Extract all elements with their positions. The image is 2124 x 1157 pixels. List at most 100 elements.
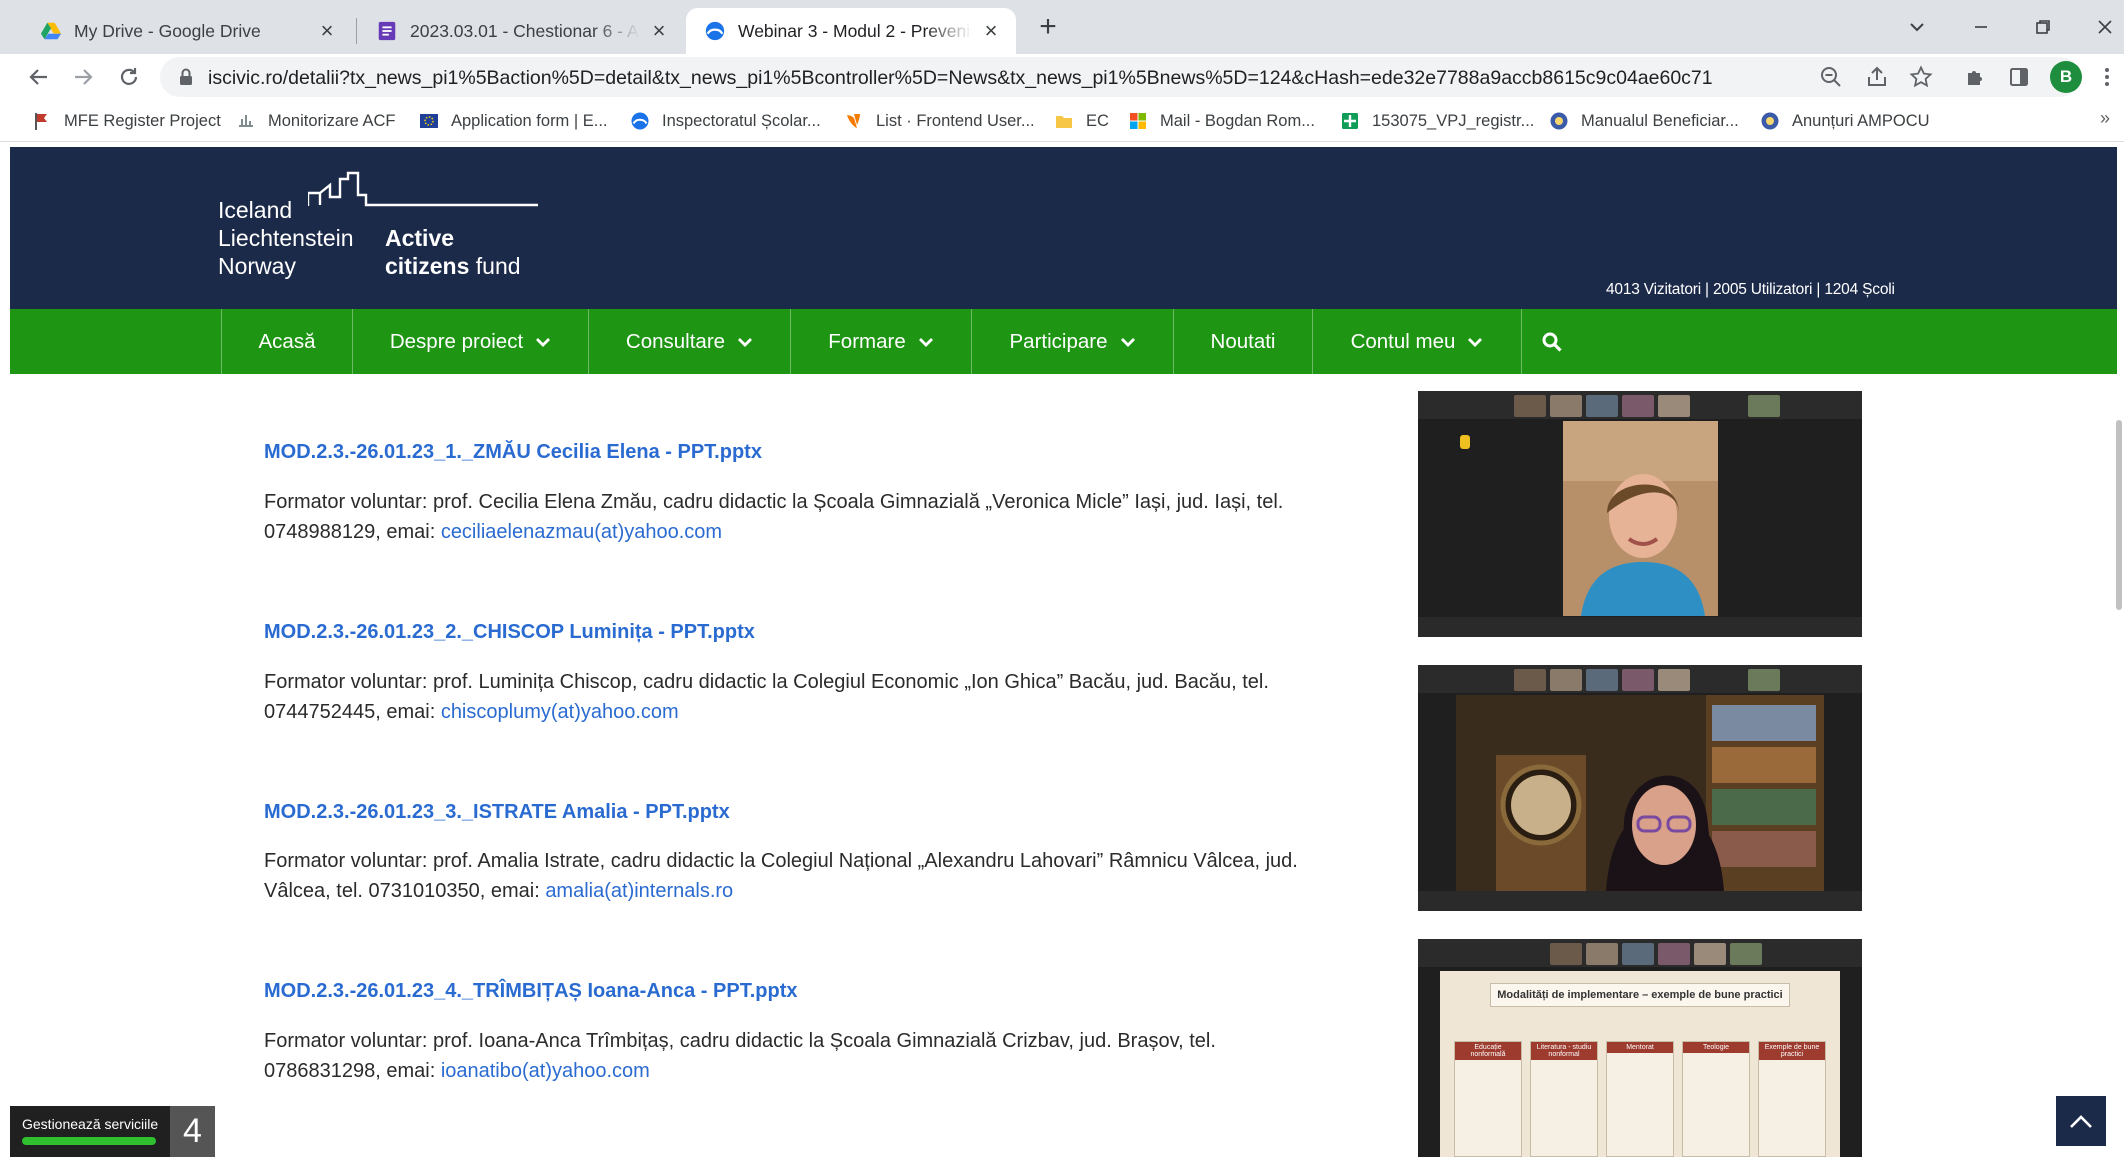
chevron-down-icon <box>535 336 551 348</box>
nav-item-despre-proiect[interactable]: Despre proiect <box>352 309 588 374</box>
nav-label: Consultare <box>625 329 726 353</box>
shared-slide: Modalități de implementare – exemple de … <box>1440 971 1840 1157</box>
email-link[interactable]: ceciliaelenazmau(at)yahoo.com <box>441 521 722 543</box>
browser-tab-strip: My Drive - Google Drive × 2023.03.01 - C… <box>0 0 2124 54</box>
webinar-screenshot-2[interactable] <box>1418 665 1862 911</box>
nav-item-contul-meu[interactable]: Contul meu <box>1312 309 1522 374</box>
cookie-widget-label: Gestionează serviciile <box>22 1116 159 1132</box>
email-link[interactable]: ioanatibo(at)yahoo.com <box>441 1060 650 1082</box>
document-link[interactable]: MOD.2.3.-26.01.23_1._ZMĂU Cecilia Elena … <box>264 441 762 464</box>
email-link[interactable]: amalia(at)internals.ro <box>545 880 733 902</box>
slide-column: Literatura - studiu nonformal <box>1530 1041 1598 1157</box>
scroll-to-top-button[interactable] <box>2056 1096 2106 1146</box>
bookmark-label: Inspectoratul Școlar... <box>662 111 821 130</box>
search-icon <box>1542 332 1562 352</box>
speaker-video <box>1563 421 1718 616</box>
speaker-video <box>1456 695 1824 891</box>
logo-country-iceland: Iceland <box>218 197 293 223</box>
document-description: Formator voluntar: prof. Amalia Istrate,… <box>264 846 1364 906</box>
url-text[interactable]: iscivic.ro/detalii?tx_news_pi1%5Baction%… <box>208 67 1713 90</box>
tab-google-drive[interactable]: My Drive - Google Drive × <box>22 8 352 54</box>
eu-flag-icon <box>420 114 438 128</box>
webinar-screenshot-1[interactable] <box>1418 391 1862 637</box>
cookie-widget-bar <box>22 1137 156 1145</box>
bookmark-application-form[interactable]: Application form | E... <box>419 109 608 133</box>
site-search-button[interactable] <box>1522 309 1582 374</box>
logo-country-liechtenstein: Liechtenstein <box>218 225 354 251</box>
slide-column-header: Literatura - studiu nonformal <box>1531 1042 1597 1060</box>
puzzle-icon <box>1968 71 1982 85</box>
nav-item-participare[interactable]: Participare <box>971 309 1173 374</box>
restore-button[interactable] <box>2026 10 2060 44</box>
bookmark-vpj-registr[interactable]: 153075_VPJ_registr... <box>1340 109 1534 133</box>
email-link[interactable]: chiscoplumy(at)yahoo.com <box>441 701 679 723</box>
gov-seal-icon <box>1550 112 1568 130</box>
zoom-out-icon <box>1821 67 1841 87</box>
bookmark-frontend-user[interactable]: List · Frontend User... <box>844 109 1035 133</box>
nav-item-consultare[interactable]: Consultare <box>588 309 790 374</box>
bookmark-manualul-beneficiar[interactable]: Manualul Beneficiar... <box>1549 109 1739 133</box>
document-link[interactable]: MOD.2.3.-26.01.23_3._ISTRATE Amalia - PP… <box>264 801 730 824</box>
bookmark-label: 153075_VPJ_registr... <box>1372 111 1535 130</box>
share-button[interactable] <box>1864 64 1890 90</box>
site-logo[interactable]: Iceland Liechtenstein Norway Active citi… <box>218 167 538 287</box>
reload-button[interactable] <box>112 60 146 94</box>
tab-chestionar[interactable]: 2023.03.01 - Chestionar 6 - Aban × <box>358 8 684 54</box>
bookmark-ec[interactable]: EC <box>1054 109 1109 133</box>
page-scrollbar-thumb[interactable] <box>2116 420 2122 610</box>
close-tab-icon[interactable]: × <box>316 18 338 43</box>
browser-menu-button[interactable] <box>2090 60 2124 94</box>
lock-icon[interactable] <box>178 67 194 87</box>
bookmark-monitorizare-acf[interactable]: Monitorizare ACF <box>236 109 395 133</box>
bookmark-inspectoratul[interactable]: Inspectoratul Școlar... <box>630 109 821 133</box>
slide-column: Educație nonformală <box>1454 1041 1522 1157</box>
description-line: Formator voluntar: prof. Luminița Chisco… <box>264 671 1269 693</box>
kebab-menu-icon <box>2105 68 2109 86</box>
close-tab-icon[interactable]: × <box>648 18 670 43</box>
bookmark-mail[interactable]: Mail - Bogdan Rom... <box>1128 109 1315 133</box>
slide-column: Exemple de bune practici <box>1758 1041 1826 1157</box>
minimize-button[interactable] <box>1964 10 1998 44</box>
nav-item-noutati[interactable]: Noutati <box>1173 309 1312 374</box>
cookie-consent-widget[interactable]: Gestionează serviciile 4 <box>10 1106 215 1157</box>
forward-button[interactable] <box>66 60 100 94</box>
close-window-button[interactable] <box>2088 10 2122 44</box>
description-line: Formator voluntar: prof. Ioana-Anca Trîm… <box>264 1030 1216 1052</box>
nav-label: Acasă <box>258 329 316 353</box>
extensions-button[interactable] <box>1958 60 1992 94</box>
logo-fund-line2: citizens fund <box>385 253 521 280</box>
bookmark-star-button[interactable] <box>1908 64 1934 90</box>
profile-avatar[interactable]: B <box>2050 61 2082 93</box>
nav-label: Despre proiect <box>389 329 524 353</box>
tab-webinar[interactable]: Webinar 3 - Modul 2 - Prevenirea × <box>686 8 1016 54</box>
new-tab-button[interactable]: + <box>1033 12 1063 42</box>
tab-title: My Drive - Google Drive <box>74 20 261 41</box>
close-tab-icon[interactable]: × <box>980 18 1002 43</box>
more-bookmarks-icon[interactable]: » <box>2100 108 2110 129</box>
typo3-icon <box>847 114 860 128</box>
webinar-screenshot-3[interactable]: Modalități de implementare – exemple de … <box>1418 939 1862 1157</box>
side-panel-button[interactable] <box>2002 60 2036 94</box>
tab-search-button[interactable] <box>1900 10 1934 44</box>
zoom-button[interactable] <box>1818 64 1844 90</box>
address-bar[interactable]: iscivic.ro/detalii?tx_news_pi1%5Baction%… <box>160 57 2080 97</box>
document-link[interactable]: MOD.2.3.-26.01.23_2._CHISCOP Luminița - … <box>264 621 755 644</box>
nav-label: Formare <box>828 329 906 353</box>
bookmark-label: Anunțuri AMPOCU <box>1792 111 1930 130</box>
nav-item-formare[interactable]: Formare <box>790 309 971 374</box>
nav-label: Noutati <box>1210 329 1276 353</box>
bookmark-mfe-register[interactable]: MFE Register Project <box>32 109 221 133</box>
slide-column-header: Mentorat <box>1607 1042 1673 1053</box>
site-stats: 4013 Vizitatori | 2005 Utilizatori | 120… <box>1606 281 1895 298</box>
slide-column: Teologie <box>1682 1041 1750 1157</box>
bookmark-anunturi-ampocu[interactable]: Anunțuri AMPOCU <box>1760 109 1930 133</box>
slide-title: Modalități de implementare – exemple de … <box>1490 983 1790 1007</box>
hand-raise-icon <box>1460 435 1470 449</box>
document-link[interactable]: MOD.2.3.-26.01.23_4._TRÎMBIȚAȘ Ioana-Anc… <box>264 980 797 1003</box>
nav-item-acasa[interactable]: Acasă <box>221 309 352 374</box>
tab-separator <box>356 18 357 44</box>
back-button[interactable] <box>22 60 56 94</box>
bookmark-label: MFE Register Project <box>64 111 221 130</box>
chevron-down-icon <box>918 336 934 348</box>
document-description: Formator voluntar: prof. Luminița Chisco… <box>264 667 1364 727</box>
